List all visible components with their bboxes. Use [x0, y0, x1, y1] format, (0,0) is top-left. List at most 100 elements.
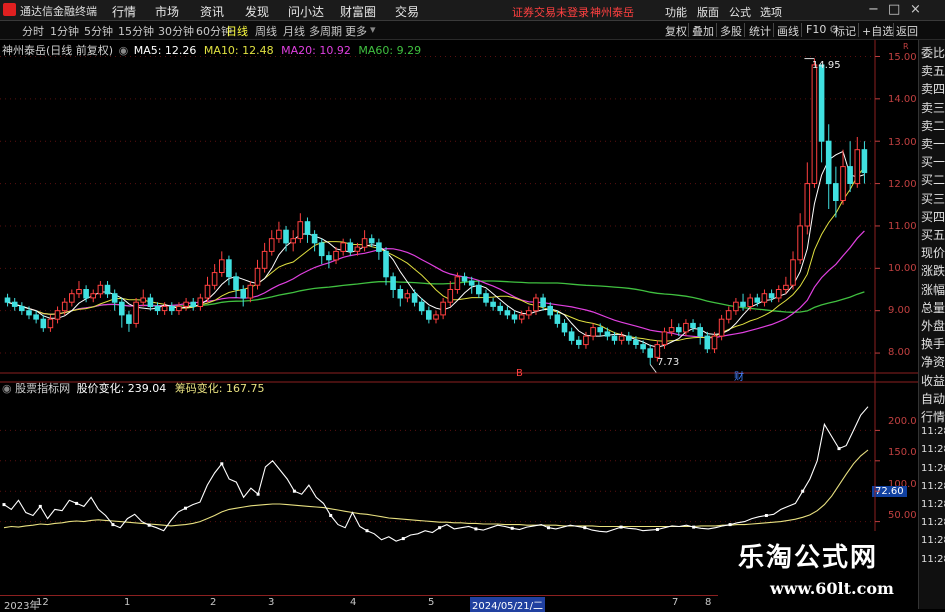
candle-up — [590, 327, 596, 337]
tab-multi-period[interactable]: 多周期 — [309, 23, 342, 39]
f10-button[interactable]: F10 — [806, 23, 826, 36]
chart-canvas[interactable] — [0, 40, 918, 597]
side-panel-item[interactable]: 卖五 — [921, 62, 945, 79]
candle-down — [504, 310, 511, 316]
back-button[interactable]: 返回 — [896, 23, 918, 39]
tab-5min[interactable]: 5分钟 — [84, 23, 113, 39]
candle-down — [476, 284, 482, 295]
minimize-icon[interactable]: − — [868, 2, 879, 17]
price-change-dot — [147, 523, 151, 527]
side-panel-item[interactable]: 买三 — [921, 190, 945, 207]
more-dropdown-icon[interactable]: ▾ — [370, 23, 376, 36]
price-change-path — [3, 406, 869, 542]
candle-down — [740, 301, 746, 307]
date-label: 2 — [210, 597, 217, 608]
tab-weekly[interactable]: 周线 — [255, 23, 277, 39]
side-panel-item[interactable]: 总量 — [921, 299, 945, 316]
side-panel-item[interactable]: 卖三 — [921, 99, 945, 116]
candle-down — [154, 305, 161, 312]
finance-event-marker[interactable]: 财 — [734, 368, 744, 383]
menu-item-layout[interactable]: 版面 — [697, 4, 719, 20]
watermark: 乐淘公式网 www.60lt.com — [718, 531, 918, 607]
candle-down — [326, 255, 332, 261]
multi-stock-button[interactable]: 多股 — [720, 23, 742, 39]
menu-item-market[interactable]: 市场 — [155, 3, 179, 20]
tab-daily[interactable]: 日线 — [226, 23, 248, 39]
side-panel-item[interactable]: 换手 — [921, 335, 945, 352]
date-label: 2023年 — [4, 601, 40, 612]
menu-item-quotes[interactable]: 行情 — [112, 3, 136, 20]
candle-down — [111, 293, 118, 303]
menu-item-options[interactable]: 选项 — [760, 4, 782, 20]
high-price-label: 14.95 — [812, 60, 841, 71]
side-panel-item[interactable]: 11:28 — [921, 444, 945, 455]
candle-up — [90, 293, 97, 299]
side-panel-item[interactable]: 卖四 — [921, 80, 945, 97]
tab-more[interactable]: 更多 — [345, 23, 367, 39]
side-panel-item[interactable]: 现价 — [921, 244, 945, 261]
candle-up — [618, 335, 625, 341]
mark-button[interactable]: 标记 — [834, 23, 856, 39]
price-change-dot — [2, 503, 6, 507]
draw-line-button[interactable]: 画线 — [777, 23, 799, 39]
date-label: 5 — [428, 597, 435, 608]
close-icon[interactable]: × — [910, 2, 921, 17]
watermark-url: www.60lt.com — [770, 579, 894, 598]
menu-item-discover[interactable]: 发现 — [245, 3, 269, 20]
side-panel-item[interactable]: 11:28 — [921, 481, 945, 492]
side-panel-item[interactable]: 涨幅 — [921, 281, 945, 298]
menu-item-news[interactable]: 资讯 — [200, 3, 224, 20]
side-panel-item[interactable]: 净资 — [921, 353, 945, 370]
side-panel-item[interactable]: 11:28 — [921, 463, 945, 474]
candle-up — [661, 331, 668, 346]
side-panel-item[interactable]: 买二 — [921, 171, 945, 188]
tab-monthly[interactable]: 月线 — [283, 23, 305, 39]
side-panel-item[interactable]: 外盘 — [921, 317, 945, 334]
candle-down — [690, 322, 696, 329]
candle-down — [825, 140, 832, 185]
candle-down — [104, 284, 111, 295]
stock-link[interactable]: 神州泰岳 — [590, 4, 634, 20]
side-panel-item[interactable]: 买四 — [921, 208, 945, 225]
side-panel-item[interactable]: 买一 — [921, 153, 945, 170]
side-panel-item[interactable]: 自动 — [921, 390, 945, 407]
side-panel-item[interactable]: 11:28 — [921, 426, 945, 437]
candle-down — [318, 242, 325, 257]
candle-down — [604, 331, 611, 337]
side-panel-item[interactable]: 11:28 — [921, 499, 945, 510]
maximize-icon[interactable]: □ — [888, 2, 900, 17]
side-panel-item[interactable]: 行情 — [921, 408, 945, 425]
menu-item-formula[interactable]: 公式 — [729, 4, 751, 20]
menu-item-wealth[interactable]: 财富圈 — [340, 3, 376, 20]
add-watchlist-button[interactable]: +自选 — [862, 23, 893, 39]
toolbar-divider — [773, 23, 774, 37]
candle-up — [204, 284, 211, 299]
side-panel-item[interactable]: 11:28 — [921, 535, 945, 546]
date-label: 1 — [124, 597, 131, 608]
candle-down — [411, 293, 418, 303]
side-panel-item[interactable]: 涨跌 — [921, 262, 945, 279]
candle-down — [554, 314, 561, 324]
event-marker[interactable]: B — [516, 368, 523, 379]
stats-button[interactable]: 统计 — [749, 23, 771, 39]
side-panel-item[interactable]: 卖一 — [921, 135, 945, 152]
menu-item-trade[interactable]: 交易 — [395, 3, 419, 20]
login-notice[interactable]: 证券交易未登录 — [512, 4, 589, 20]
tab-30min[interactable]: 30分钟 — [158, 23, 194, 39]
restore-button[interactable]: 复权 — [665, 23, 687, 39]
candle-down — [818, 64, 825, 142]
side-panel-item[interactable]: 收益 — [921, 372, 945, 389]
side-panel-item[interactable]: 11:28 — [921, 517, 945, 528]
tab-intraday[interactable]: 分时 — [22, 23, 44, 39]
candle-up — [790, 259, 796, 286]
side-panel-item[interactable]: 卖二 — [921, 117, 945, 134]
overlay-button[interactable]: 叠加 — [692, 23, 714, 39]
candle-down — [26, 310, 32, 316]
menu-item-ask[interactable]: 问小达 — [288, 3, 324, 20]
side-panel-item[interactable]: 委比 — [921, 44, 945, 61]
side-panel-item[interactable]: 买五 — [921, 226, 945, 243]
side-panel-item[interactable]: 11:28 — [921, 554, 945, 565]
menu-item-function[interactable]: 功能 — [665, 4, 687, 20]
tab-1min[interactable]: 1分钟 — [50, 23, 79, 39]
tab-15min[interactable]: 15分钟 — [118, 23, 154, 39]
